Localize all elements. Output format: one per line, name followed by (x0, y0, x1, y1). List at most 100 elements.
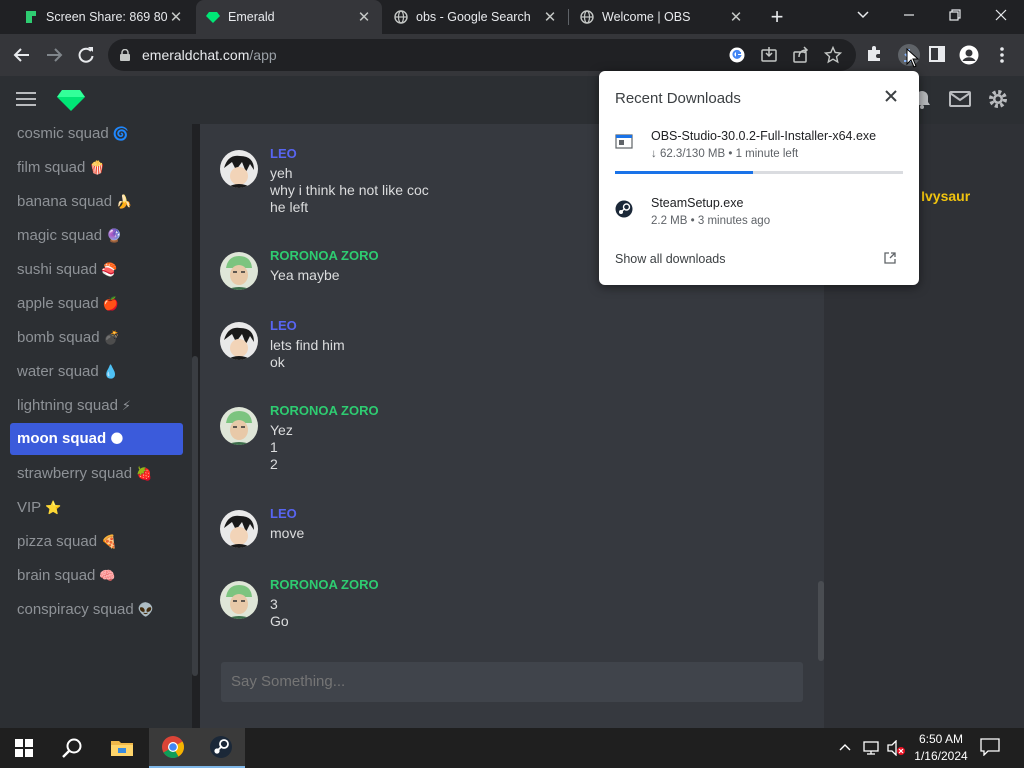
tab-screen-share[interactable]: Screen Share: 869 803 ✕ (14, 0, 194, 34)
sidebar-item-vip[interactable]: VIP ⭐ (10, 492, 183, 524)
address-bar[interactable]: emeraldchat.com/app (108, 39, 856, 71)
sidebar-scrollbar[interactable] (192, 356, 198, 676)
message-text: yeh (270, 165, 293, 181)
start-windows-icon[interactable] (0, 728, 48, 768)
download-filename: OBS-Studio-30.0.2-Full-Installer-x64.exe (651, 129, 877, 143)
chat-message: RORONOA ZORO Yez 1 2 (220, 403, 780, 473)
reload-button[interactable] (71, 40, 101, 70)
side-panel-icon[interactable] (927, 45, 947, 65)
open-external-icon[interactable] (883, 251, 897, 265)
message-author[interactable]: LEO (270, 146, 297, 161)
tab-separator (568, 9, 569, 25)
network-icon[interactable] (862, 740, 880, 759)
message-author[interactable]: LEO (270, 318, 297, 333)
tab-title: Welcome | OBS (602, 10, 691, 24)
tab-title: Screen Share: 869 803 (46, 10, 168, 24)
avatar[interactable] (220, 510, 258, 548)
clock-date: 1/16/2024 (914, 749, 968, 763)
avatar[interactable] (220, 581, 258, 619)
sidebar-item-film-squad[interactable]: film squad 🍿 (10, 152, 183, 184)
message-text: 3 (270, 596, 278, 612)
emerald-favicon-icon (206, 10, 220, 24)
sidebar-item-moon-squad[interactable]: moon squad 🌑 (10, 423, 183, 455)
notification-center-icon[interactable] (980, 738, 1002, 758)
forward-button[interactable] (39, 40, 69, 70)
mouse-cursor-icon (906, 47, 920, 73)
tab-google-search[interactable]: obs - Google Search ✕ (384, 0, 568, 34)
tab-strip: Screen Share: 869 803 ✕ Emerald ✕ obs - … (0, 0, 1024, 34)
chrome-taskbar-icon[interactable] (149, 728, 197, 768)
sidebar-item-apple-squad[interactable]: apple squad 🍎 (10, 288, 183, 320)
sidebar-item-sushi-squad[interactable]: sushi squad 🍣 (10, 254, 183, 286)
chrome-menu-icon[interactable] (992, 45, 1012, 65)
sidebar-item-magic-squad[interactable]: magic squad 🔮 (10, 220, 183, 252)
sidebar-item-pizza-squad[interactable]: pizza squad 🍕 (10, 526, 183, 558)
message-text: Go (270, 613, 289, 629)
avatar[interactable] (220, 407, 258, 445)
download-progress-bar (615, 171, 903, 174)
steam-icon (615, 200, 633, 218)
sidebar-item-strawberry-squad[interactable]: strawberry squad 🍓 (10, 458, 183, 490)
tab-title: Emerald (228, 10, 275, 24)
new-tab-button[interactable]: + (764, 4, 790, 30)
message-author[interactable]: RORONOA ZORO (270, 577, 379, 592)
clock-time: 6:50 AM (918, 732, 964, 746)
tab-emerald[interactable]: Emerald ✕ (196, 0, 382, 34)
install-app-icon[interactable] (760, 46, 778, 64)
tray-chevron-up-icon[interactable] (838, 740, 852, 757)
download-item-steam[interactable]: SteamSetup.exe 2.2 MB • 3 minutes ago (615, 196, 903, 236)
search-icon[interactable] (48, 728, 96, 768)
message-author[interactable]: RORONOA ZORO (270, 403, 379, 418)
sidebar-item-bomb-squad[interactable]: bomb squad 💣 (10, 322, 183, 354)
profile-avatar-icon[interactable] (959, 45, 979, 65)
url-text[interactable]: emeraldchat.com/app (142, 47, 277, 63)
downloads-bubble: Recent Downloads OBS-Studio-30.0.2-Full-… (599, 71, 919, 285)
back-button[interactable] (7, 40, 37, 70)
volume-muted-icon[interactable] (886, 739, 906, 759)
message-author[interactable]: LEO (270, 506, 297, 521)
browser-toolbar: emeraldchat.com/app (0, 34, 1024, 76)
avatar[interactable] (220, 150, 258, 188)
window-close-button[interactable] (978, 0, 1024, 30)
messages-mail-icon[interactable] (948, 88, 972, 112)
tab-search-chevron-down-icon[interactable] (840, 0, 886, 30)
google-lens-icon[interactable] (728, 46, 746, 64)
lock-icon[interactable] (120, 48, 130, 61)
steam-taskbar-icon[interactable] (197, 728, 245, 768)
extensions-puzzle-icon[interactable] (864, 45, 884, 65)
globe-icon (580, 10, 594, 24)
sidebar-item-brain-squad[interactable]: brain squad 🧠 (10, 560, 183, 592)
sidebar-item-cosmic-squad[interactable]: cosmic squad 🌀 (10, 124, 183, 150)
close-icon[interactable]: ✕ (542, 8, 558, 26)
download-filename: SteamSetup.exe (651, 196, 744, 210)
emerald-logo-icon[interactable] (56, 88, 86, 117)
share-icon[interactable] (792, 46, 810, 64)
sidebar-item-water-squad[interactable]: water squad 💧 (10, 356, 183, 388)
message-text: lets find him (270, 337, 345, 353)
sidebar-item-banana-squad[interactable]: banana squad 🍌 (10, 186, 183, 218)
tab-welcome-obs[interactable]: Welcome | OBS ✕ (570, 0, 754, 34)
close-icon[interactable]: ✕ (356, 8, 372, 26)
restore-button[interactable] (932, 0, 978, 30)
message-text: Yez (270, 422, 293, 438)
hamburger-menu-icon[interactable] (16, 92, 36, 106)
show-all-downloads-link[interactable]: Show all downloads (615, 252, 726, 266)
close-icon[interactable]: ✕ (728, 8, 744, 26)
download-item-obs[interactable]: OBS-Studio-30.0.2-Full-Installer-x64.exe… (615, 129, 903, 177)
message-input[interactable] (221, 662, 803, 702)
sidebar-item-conspiracy-squad[interactable]: conspiracy squad 👽 (10, 594, 183, 626)
close-icon[interactable]: ✕ (168, 8, 184, 26)
message-text: why i think he not like coc (270, 182, 429, 198)
message-author[interactable]: RORONOA ZORO (270, 248, 379, 263)
globe-icon (394, 10, 408, 24)
avatar[interactable] (220, 322, 258, 360)
close-icon[interactable] (881, 86, 901, 106)
file-explorer-icon[interactable] (98, 728, 146, 768)
minimize-button[interactable] (886, 0, 932, 30)
bookmark-star-icon[interactable] (823, 45, 843, 64)
system-clock[interactable]: 6:50 AM 1/16/2024 (906, 731, 976, 765)
sidebar-item-lightning-squad[interactable]: lightning squad ⚡ (10, 390, 183, 422)
avatar[interactable] (220, 252, 258, 290)
screen-share-favicon-icon (24, 10, 38, 24)
settings-gear-icon[interactable] (986, 88, 1010, 112)
